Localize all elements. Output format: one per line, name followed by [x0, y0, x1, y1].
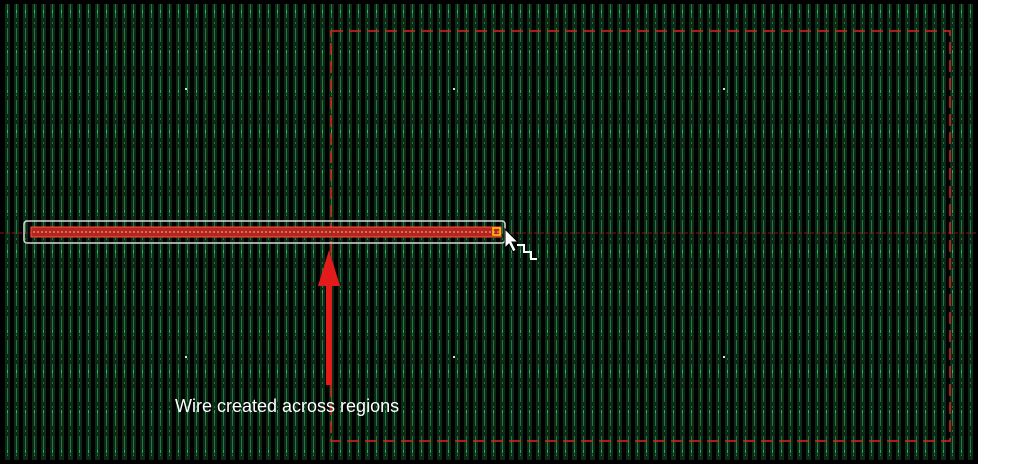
annotation-label: Wire created across regions: [175, 396, 399, 416]
layout-canvas[interactable]: Wire created across regions: [0, 0, 1013, 468]
